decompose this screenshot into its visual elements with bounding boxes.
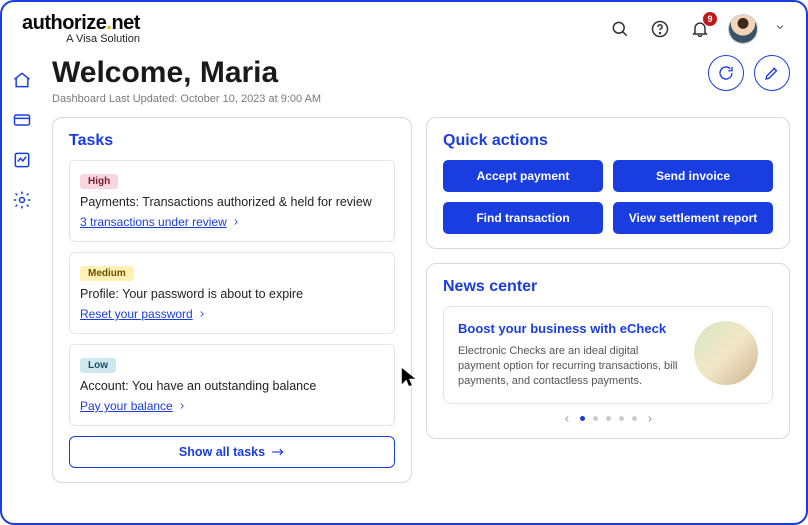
sidenav — [2, 49, 42, 523]
task-link[interactable]: 3 transactions under review — [80, 215, 241, 229]
search-icon[interactable] — [608, 17, 632, 41]
brand-name: authorize.net — [22, 12, 140, 35]
task-link[interactable]: Pay your balance — [80, 399, 187, 413]
last-updated: Dashboard Last Updated: October 10, 2023… — [52, 93, 790, 105]
task-card: High Payments: Transactions authorized &… — [69, 160, 395, 242]
carousel-dot[interactable] — [606, 416, 611, 421]
news-image — [694, 321, 758, 385]
news-title: News center — [443, 278, 773, 296]
chevron-right-icon — [177, 401, 187, 411]
avatar[interactable] — [728, 14, 758, 44]
tasks-panel: Tasks High Payments: Transactions author… — [52, 117, 412, 483]
right-column: Quick actions Accept payment Send invoic… — [426, 117, 790, 483]
card-icon[interactable] — [11, 109, 33, 131]
header-round-actions — [708, 55, 790, 91]
app-frame: authorize.net A Visa Solution 9 — [0, 0, 808, 525]
refresh-button[interactable] — [708, 55, 744, 91]
task-card: Medium Profile: Your password is about t… — [69, 252, 395, 334]
news-headline: Boost your business with eCheck — [458, 321, 682, 336]
topbar: authorize.net A Visa Solution 9 — [2, 2, 806, 49]
page-title: Welcome, Maria — [52, 56, 278, 90]
welcome-row: Welcome, Maria — [52, 55, 790, 91]
arrow-right-icon — [271, 447, 285, 457]
notification-badge: 9 — [703, 12, 717, 26]
chevron-right-icon — [197, 309, 207, 319]
news-carousel — [443, 414, 773, 424]
task-link[interactable]: Reset your password — [80, 307, 207, 321]
chevron-right-icon — [231, 217, 241, 227]
priority-badge: High — [80, 174, 118, 189]
help-icon[interactable] — [648, 17, 672, 41]
task-text: Account: You have an outstanding balance — [80, 379, 384, 393]
news-text: Boost your business with eCheck Electron… — [458, 321, 682, 389]
news-card: Boost your business with eCheck Electron… — [443, 306, 773, 404]
home-icon[interactable] — [11, 69, 33, 91]
task-card: Low Account: You have an outstanding bal… — [69, 344, 395, 426]
task-text: Payments: Transactions authorized & held… — [80, 195, 384, 209]
settings-gear-icon[interactable] — [11, 189, 33, 211]
carousel-dot[interactable] — [580, 416, 585, 421]
quick-actions-title: Quick actions — [443, 132, 773, 150]
notifications-icon[interactable]: 9 — [688, 17, 712, 41]
view-settlement-report-button[interactable]: View settlement report — [613, 202, 773, 234]
find-transaction-button[interactable]: Find transaction — [443, 202, 603, 234]
quick-actions-grid: Accept payment Send invoice Find transac… — [443, 160, 773, 234]
dashboard-columns: Tasks High Payments: Transactions author… — [52, 117, 790, 483]
quick-actions-panel: Quick actions Accept payment Send invoic… — [426, 117, 790, 249]
carousel-dot[interactable] — [632, 416, 637, 421]
report-icon[interactable] — [11, 149, 33, 171]
main-content: Welcome, Maria Dashboard Last Updated: O… — [42, 49, 806, 523]
task-text: Profile: Your password is about to expir… — [80, 287, 384, 301]
brand-logo: authorize.net A Visa Solution — [22, 12, 140, 45]
carousel-dot[interactable] — [619, 416, 624, 421]
news-body: Electronic Checks are an ideal digital p… — [458, 344, 682, 389]
account-menu-chevron[interactable] — [774, 20, 786, 38]
carousel-prev-icon[interactable] — [562, 414, 572, 424]
carousel-next-icon[interactable] — [645, 414, 655, 424]
accept-payment-button[interactable]: Accept payment — [443, 160, 603, 192]
topbar-actions: 9 — [608, 14, 786, 44]
brand-tagline: A Visa Solution — [66, 33, 140, 45]
priority-badge: Medium — [80, 266, 134, 281]
priority-badge: Low — [80, 358, 116, 373]
tasks-title: Tasks — [69, 132, 395, 150]
show-all-tasks-button[interactable]: Show all tasks — [69, 436, 395, 468]
body: Welcome, Maria Dashboard Last Updated: O… — [2, 49, 806, 523]
carousel-dot[interactable] — [593, 416, 598, 421]
send-invoice-button[interactable]: Send invoice — [613, 160, 773, 192]
edit-button[interactable] — [754, 55, 790, 91]
news-panel: News center Boost your business with eCh… — [426, 263, 790, 439]
